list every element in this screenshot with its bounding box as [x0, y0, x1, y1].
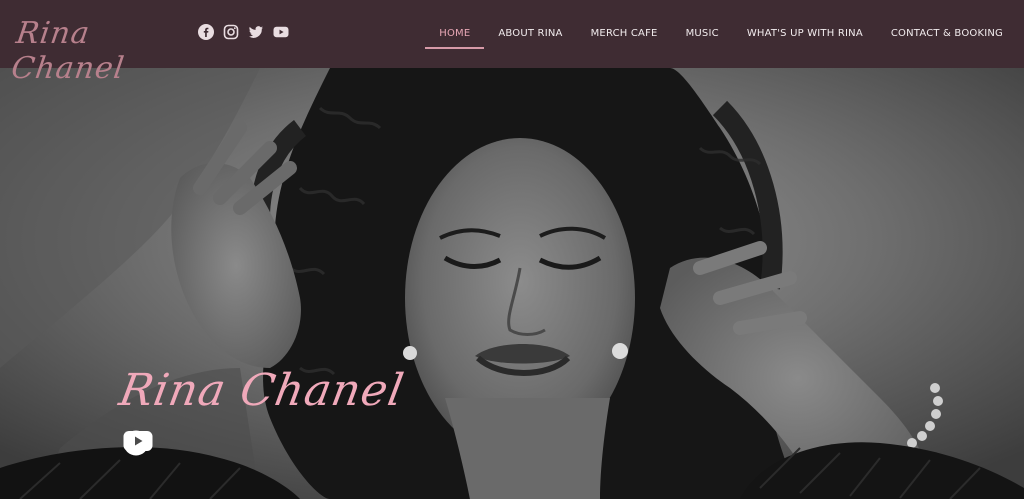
- nav-contact-booking[interactable]: CONTACT & BOOKING: [891, 0, 1003, 68]
- nav-home[interactable]: HOME: [425, 0, 485, 68]
- youtube-icon[interactable]: [273, 24, 289, 40]
- twitter-icon[interactable]: [248, 24, 264, 40]
- site-header: Rina Chanel HOME ABOUT RINA MERCH CAFE M…: [0, 0, 1024, 86]
- nav-merch-cafe[interactable]: MERCH CAFE: [591, 0, 658, 68]
- social-links: [198, 24, 289, 40]
- nav-whats-up-with-rina[interactable]: WHAT'S UP WITH RINA: [747, 0, 863, 68]
- hero-portrait-image: [0, 68, 1024, 499]
- youtube-icon[interactable]: [123, 430, 153, 452]
- nav-music[interactable]: MUSIC: [686, 0, 719, 68]
- site-logo[interactable]: Rina Chanel: [8, 6, 168, 86]
- main-nav: HOME ABOUT RINA MERCH CAFE MUSIC WHAT'S …: [425, 0, 1003, 68]
- logo-text: Rina Chanel: [9, 16, 127, 86]
- hero-section: Rina Chanel: [0, 68, 1024, 499]
- hero-title: Rina Chanel: [115, 365, 408, 416]
- facebook-icon[interactable]: [198, 24, 214, 40]
- instagram-icon[interactable]: [223, 24, 239, 40]
- nav-about-rina[interactable]: ABOUT RINA: [498, 0, 562, 68]
